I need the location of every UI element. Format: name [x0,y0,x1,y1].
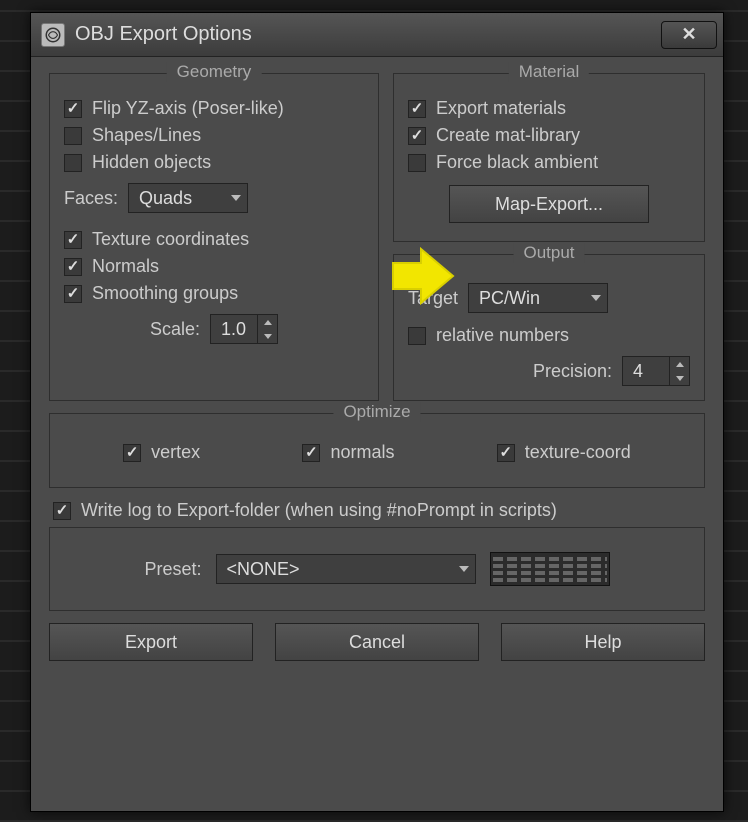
hidden-objects-checkbox[interactable]: Hidden objects [64,152,364,173]
output-group: Output Target PC/Win relative numbers Pr… [393,254,705,401]
preset-manager-button[interactable] [490,552,610,586]
normals-checkbox[interactable]: Normals [64,256,364,277]
export-materials-checkbox[interactable]: Export materials [408,98,690,119]
checkbox-icon [64,154,82,172]
checkbox-icon [408,100,426,118]
material-legend: Material [509,62,589,82]
spinner-down-icon[interactable] [670,371,689,385]
preset-value: <NONE> [227,559,300,580]
geometry-group: Geometry Flip YZ-axis (Poser-like) Shape… [49,73,379,401]
checkbox-icon [408,154,426,172]
geometry-legend: Geometry [167,62,262,82]
precision-value: 4 [623,357,669,385]
scale-value: 1.0 [211,315,257,343]
titlebar[interactable]: OBJ Export Options ✕ [31,13,723,57]
checkbox-icon [302,444,320,462]
target-label: Target [408,288,458,309]
faces-label: Faces: [64,188,118,209]
create-matlibrary-checkbox[interactable]: Create mat-library [408,125,690,146]
faces-select[interactable]: Quads [128,183,248,213]
scale-spinner[interactable]: 1.0 [210,314,278,344]
checkbox-icon [64,127,82,145]
faces-value: Quads [139,188,192,209]
spinner-up-icon[interactable] [258,315,277,329]
preset-select[interactable]: <NONE> [216,554,476,584]
obj-export-dialog: OBJ Export Options ✕ Geometry Flip YZ-ax… [30,12,724,812]
dialog-body: Geometry Flip YZ-axis (Poser-like) Shape… [31,57,723,811]
target-value: PC/Win [479,288,540,309]
optimize-group: Optimize vertex normals texture-coord [49,413,705,488]
material-group: Material Export materials Create mat-lib… [393,73,705,242]
force-black-ambient-checkbox[interactable]: Force black ambient [408,152,690,173]
export-button[interactable]: Export [49,623,253,661]
app-icon [41,23,65,47]
flip-yz-checkbox[interactable]: Flip YZ-axis (Poser-like) [64,98,364,119]
texture-coords-checkbox[interactable]: Texture coordinates [64,229,364,250]
checkbox-icon [53,502,71,520]
smoothing-groups-checkbox[interactable]: Smoothing groups [64,283,364,304]
checkbox-icon [64,258,82,276]
cancel-button[interactable]: Cancel [275,623,479,661]
preset-label: Preset: [144,559,201,580]
spinner-down-icon[interactable] [258,329,277,343]
precision-label: Precision: [533,361,612,382]
checkbox-icon [408,127,426,145]
checkbox-icon [123,444,141,462]
chevron-down-icon [591,295,601,301]
relative-numbers-checkbox[interactable]: relative numbers [408,325,690,346]
optimize-legend: Optimize [333,402,420,422]
checkbox-icon [64,100,82,118]
output-legend: Output [513,243,584,263]
checkbox-icon [64,231,82,249]
checkbox-icon [408,327,426,345]
optimize-vertex-checkbox[interactable]: vertex [123,442,200,463]
scale-label: Scale: [150,319,200,340]
preset-group: Preset: <NONE> [49,527,705,611]
shapes-lines-checkbox[interactable]: Shapes/Lines [64,125,364,146]
close-icon: ✕ [681,24,696,45]
spinner-up-icon[interactable] [670,357,689,371]
write-log-checkbox[interactable]: Write log to Export-folder (when using #… [53,500,701,521]
map-export-button[interactable]: Map-Export... [449,185,649,223]
precision-spinner[interactable]: 4 [622,356,690,386]
chevron-down-icon [459,566,469,572]
checkbox-icon [64,285,82,303]
optimize-texcoord-checkbox[interactable]: texture-coord [497,442,631,463]
close-button[interactable]: ✕ [661,21,717,49]
target-select[interactable]: PC/Win [468,283,608,313]
help-button[interactable]: Help [501,623,705,661]
checkbox-icon [497,444,515,462]
window-title: OBJ Export Options [75,23,661,46]
optimize-normals-checkbox[interactable]: normals [302,442,394,463]
chevron-down-icon [231,195,241,201]
